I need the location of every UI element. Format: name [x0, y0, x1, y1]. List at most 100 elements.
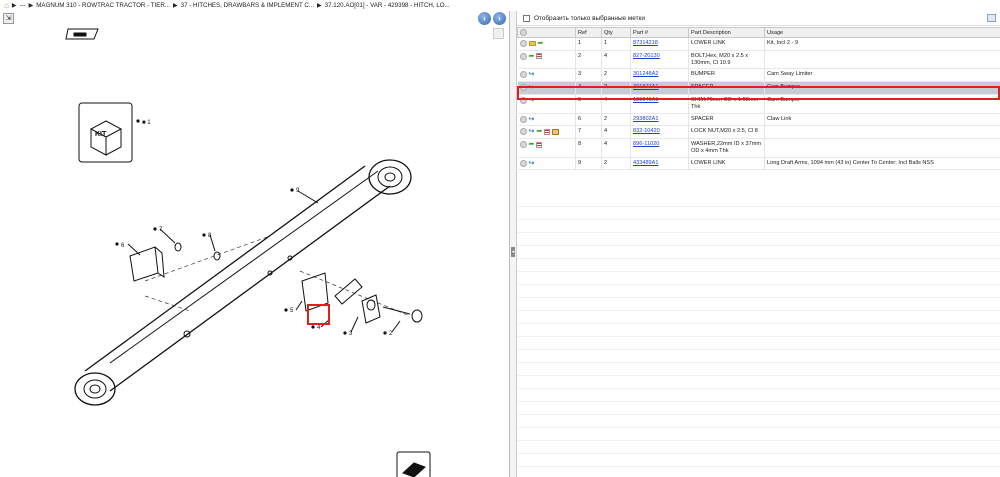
blue-arrow-icon[interactable]: ↪ [529, 116, 535, 123]
table-row[interactable]: ↪ ➦ 7 4 832-10420 LOCK NUT,M20 x 2.5, Cl 8 [517, 125, 1000, 140]
table-row[interactable]: ↪ 3 2 301248A2 BUMPER Cam Sway Limiter [517, 68, 1000, 83]
table-row[interactable]: ↪ 9 2 433489A1 LOWER LINK Long Draft Arms, 10… [517, 157, 1000, 171]
part-number-link[interactable]: 301248A2 [633, 71, 659, 77]
column-header-part[interactable]: Part # [630, 27, 689, 38]
cell-description: LOWER LINK [688, 37, 765, 51]
cell-usage: Claw Link [764, 113, 1000, 127]
cell-part: 293802A1 [630, 113, 689, 127]
cell-usage: Cam Sway Limiter [764, 68, 1000, 83]
cell-usage [764, 50, 1000, 70]
cell-ref: 7 [575, 125, 602, 140]
option-icon[interactable] [519, 71, 527, 79]
option-icon[interactable] [519, 115, 527, 123]
cell-ref: 9 [575, 157, 602, 171]
row-icons: ↪ ➦ [517, 125, 576, 140]
part-2-bolt [382, 306, 423, 323]
part-number-link[interactable]: 827-20130 [633, 53, 660, 59]
cell-part: 433489A1 [630, 157, 689, 171]
cell-usage [764, 125, 1000, 140]
select-all-header[interactable] [517, 27, 576, 38]
folder-icon[interactable] [528, 41, 536, 46]
blue-arrow-icon[interactable]: ↪ [529, 160, 535, 167]
chevron-right-icon: ▶ [28, 3, 34, 9]
green-arrow-icon[interactable]: ➦ [529, 53, 535, 60]
part-number-link[interactable]: 896-11020 [633, 141, 659, 147]
green-arrow-icon[interactable]: ➦ [536, 128, 542, 135]
callout-4-highlight[interactable] [307, 304, 330, 325]
pane-splitter[interactable]: ◂ [510, 11, 517, 477]
print-flag-icon [65, 28, 99, 40]
column-header-description[interactable]: Part Description [688, 27, 765, 38]
blue-arrow-icon[interactable]: ↪ [529, 71, 535, 78]
cell-part: 301248A2 [630, 68, 689, 83]
cell-description: LOWER LINK [688, 157, 765, 171]
callout-1: ■ 1 [142, 120, 151, 126]
flip-view-icon [396, 451, 431, 477]
filter-bar: Отобразить только выбранные метки [517, 11, 1000, 26]
cell-part: 832-10420 [630, 125, 689, 140]
selected-row-highlight [517, 86, 1000, 100]
row-icons: ↪ [517, 157, 576, 171]
callout-6: 6 [121, 243, 125, 249]
column-header-usage[interactable]: Usage [764, 27, 1000, 38]
breadcrumb-item-1[interactable]: MAGNUM 310 - ROWTRAC TRACTOR - TIER... [36, 2, 170, 9]
row-icons: ↪ [517, 113, 576, 127]
parts-list-pane: Отобразить только выбранные метки Ref Qt… [517, 11, 1000, 477]
cell-description: WASHER,22mm ID x 37mm OD x 4mm Thk [688, 138, 765, 158]
cell-qty: 4 [601, 125, 631, 140]
list-icon[interactable] [536, 53, 543, 60]
chevron-right-icon: ▶ [173, 3, 178, 9]
package-icon[interactable] [552, 128, 560, 135]
callout-4: 4 [317, 325, 321, 331]
table-row[interactable]: ➦ 1 1 87314218 LOWER LINK Kit, Incl 2 - 9 [517, 37, 1000, 51]
option-icon[interactable] [519, 141, 527, 149]
part-number-link[interactable]: 433489A1 [633, 160, 659, 166]
column-header-qty[interactable]: Qty [601, 27, 631, 38]
part-8-washer [213, 251, 221, 261]
breadcrumb-item-2[interactable]: 37 - HITCHES, DRAWBARS & IMPLEMENT C... [181, 2, 314, 9]
cell-description: BUMPER [688, 68, 765, 83]
table-row[interactable]: ↪ 6 2 293802A1 SPACER Claw Link [517, 113, 1000, 127]
green-arrow-icon[interactable]: ➦ [538, 40, 544, 47]
callout-9: 9 [296, 188, 300, 194]
breadcrumb: ⌂ ▶ --- ▶ MAGNUM 310 - ROWTRAC TRACTOR -… [0, 0, 1000, 11]
show-selected-checkbox[interactable] [523, 14, 530, 22]
breadcrumb-item-0[interactable]: --- [19, 2, 25, 9]
cell-ref: 2 [575, 50, 602, 70]
breadcrumb-item-3[interactable]: 37.120.AO[01] - VAR - 429398 - HITCH, LO… [325, 2, 450, 9]
cell-qty: 1 [601, 37, 631, 51]
row-icons: ➦ [517, 37, 576, 51]
cell-description: SPACER [688, 113, 765, 127]
part-3-bumper [361, 294, 381, 324]
option-icon[interactable] [519, 52, 527, 60]
export-icon[interactable] [987, 14, 996, 22]
table-header-row: Ref Qty Part # Part Description Usage [517, 27, 1000, 38]
exploded-diagram: ■ 1 9 7 8 6 5 4 3 2 KIT [65, 28, 431, 477]
home-icon[interactable]: ⌂ [4, 1, 9, 10]
callout-3: 3 [349, 331, 353, 337]
empty-table-area [517, 194, 1000, 477]
part-number-link[interactable]: 832-10420 [633, 128, 660, 134]
chevron-right-icon: ▶ [11, 3, 17, 9]
list-icon[interactable] [536, 141, 543, 148]
cell-description: BOLT,Hex, M20 x 2.5 x 130mm, Cl 10.9 [688, 50, 765, 70]
option-icon[interactable] [519, 40, 527, 47]
cell-qty: 4 [601, 138, 631, 158]
cell-qty: 4 [601, 50, 631, 70]
option-icon[interactable] [519, 159, 527, 167]
part-4-spacer [334, 278, 363, 305]
option-icon[interactable] [519, 128, 527, 136]
blue-arrow-icon[interactable]: ↪ [529, 128, 535, 135]
green-arrow-icon[interactable]: ➦ [529, 141, 535, 148]
part-number-link[interactable]: 293802A1 [633, 116, 659, 122]
cell-qty: 2 [601, 113, 631, 127]
table-row[interactable]: ➦ 2 4 827-20130 BOLT,Hex, M20 x 2.5 x 130mm,… [517, 50, 1000, 70]
kit-label: KIT [95, 131, 107, 138]
list-icon[interactable] [544, 128, 551, 135]
table-row[interactable]: ➦ 8 4 896-11020 WASHER,22mm ID x 37mm OD x 4… [517, 138, 1000, 158]
collapse-handle-icon[interactable]: ◂ [511, 247, 515, 257]
part-number-link[interactable]: 87314218 [633, 40, 658, 46]
column-header-ref[interactable]: Ref [575, 27, 602, 38]
cell-part: 87314218 [630, 37, 689, 51]
row-icons: ➦ [517, 138, 576, 158]
